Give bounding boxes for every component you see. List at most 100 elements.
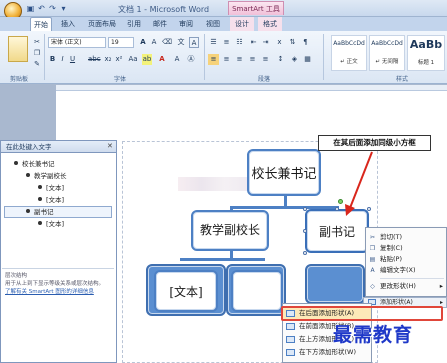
grow-font-icon[interactable]: A	[138, 37, 148, 48]
submenu-arrow-icon: ▸	[439, 282, 443, 290]
subscript-icon[interactable]: x₂	[103, 54, 113, 65]
style-sample: AaBbCcDd	[333, 40, 365, 47]
undo-icon[interactable]: ↶	[37, 4, 46, 13]
add-below-icon	[286, 349, 295, 356]
paste-button[interactable]	[8, 36, 28, 62]
add-shape-label: 添加形状(A)	[380, 299, 413, 306]
tab-page-layout[interactable]: 页面布局	[85, 17, 119, 31]
distributed-icon[interactable]: ≡	[260, 54, 271, 65]
context-menu: ✂ 剪切(T) ❐ 复制(C) ▤ 粘贴(P) A 编辑文字(X) ◇ 更改形状(H) ▸	[365, 227, 447, 297]
tab-mailings[interactable]: 邮件	[150, 17, 170, 31]
copy-icon: ❐	[369, 245, 376, 252]
menu-item-copy[interactable]: ❐ 复制(C)	[366, 243, 446, 254]
paste-icon: ▤	[369, 256, 376, 263]
underline-icon[interactable]: U	[68, 54, 77, 65]
tab-insert[interactable]: 插入	[58, 17, 78, 31]
char-border-icon[interactable]: A	[189, 37, 199, 48]
text-pane-item-label: [文本]	[46, 220, 65, 228]
style-sample: AaBbCcDd	[371, 40, 403, 47]
borders-icon[interactable]: ▦	[302, 54, 313, 65]
resize-handle[interactable]	[335, 207, 339, 211]
strikethrough-icon[interactable]: abc	[88, 54, 101, 65]
decrease-indent-icon[interactable]: ⇤	[248, 37, 259, 48]
highlight-icon[interactable]: ab	[142, 54, 152, 65]
menu-item-change-shape[interactable]: ◇ 更改形状(H) ▸	[366, 281, 446, 292]
save-icon[interactable]: ▣	[26, 4, 35, 13]
align-center-icon[interactable]: ≡	[221, 54, 232, 65]
chinese-layout-icon[interactable]: ⅹ	[274, 37, 285, 48]
font-size-dropdown[interactable]: 19	[108, 37, 134, 48]
resize-handle[interactable]	[303, 229, 307, 233]
tab-references[interactable]: 引用	[124, 17, 144, 31]
menu-item-label: 粘贴(P)	[380, 255, 402, 263]
style-no-spacing[interactable]: AaBbCcDd ↵ 无间隔	[369, 35, 405, 71]
tab-design[interactable]: 设计	[230, 17, 254, 31]
phonetic-icon[interactable]: 文	[176, 37, 186, 48]
sort-icon[interactable]: ⇅	[287, 37, 298, 48]
group-divider	[44, 34, 45, 80]
submenu-item-label: 在下方添加形状(W)	[299, 348, 356, 356]
smartart-node-bottom-left[interactable]: [文本]	[154, 270, 218, 312]
submenu-item-add-below[interactable]: 在下方添加形状(W)	[283, 346, 371, 359]
increase-indent-icon[interactable]: ⇥	[260, 37, 271, 48]
format-painter-icon[interactable]: ✎	[32, 59, 42, 70]
qat-dropdown-icon[interactable]: ▾	[59, 4, 68, 13]
menu-item-paste[interactable]: ▤ 粘贴(P)	[366, 254, 446, 265]
menu-item-edit-text[interactable]: A 编辑文字(X)	[366, 265, 446, 276]
smartart-node-root[interactable]: 校长兼书记	[247, 149, 321, 196]
align-right-icon[interactable]: ≡	[234, 54, 245, 65]
text-pane-item[interactable]: 教学副校长	[26, 171, 67, 182]
cut-icon[interactable]: ✂	[32, 37, 42, 48]
learn-more-link[interactable]: 了解有关 SmartArt 图形的详细信息	[5, 288, 113, 296]
align-left-icon[interactable]: ≡	[208, 54, 219, 65]
tab-view[interactable]: 视图	[203, 17, 223, 31]
numbering-icon[interactable]: ≡	[221, 37, 232, 48]
bullets-icon[interactable]: ☰	[208, 37, 219, 48]
group-label-clipboard: 剪贴板	[10, 76, 29, 83]
clear-format-icon[interactable]: ⌫	[162, 37, 172, 48]
style-heading-1[interactable]: AaBb 标题 1	[407, 35, 445, 71]
scissors-icon: ✂	[369, 234, 376, 241]
font-color-icon[interactable]: A	[157, 54, 167, 65]
char-shading-icon[interactable]: A	[172, 54, 182, 65]
text-pane-title: 在此处键入文字	[0, 140, 117, 153]
text-pane-item[interactable]: 副书记	[26, 207, 54, 218]
redo-icon[interactable]: ↷	[48, 4, 57, 13]
show-marks-icon[interactable]: ¶	[300, 37, 311, 48]
line-spacing-icon[interactable]: ↕	[275, 54, 286, 65]
menu-item-label: 剪切(T)	[380, 233, 403, 241]
style-sample: AaBb	[409, 38, 443, 51]
copy-icon[interactable]: ❐	[32, 48, 42, 59]
menu-item-cut[interactable]: ✂ 剪切(T)	[366, 232, 446, 243]
tab-review[interactable]: 审阅	[176, 17, 196, 31]
group-label-paragraph: 段落	[258, 76, 271, 83]
italic-icon[interactable]: I	[58, 54, 67, 65]
shrink-font-icon[interactable]: A	[149, 37, 159, 48]
font-name-dropdown[interactable]: 宋体 (正文)	[48, 37, 106, 48]
smartart-node-left[interactable]: 教学副校长	[191, 210, 269, 251]
resize-handle[interactable]	[303, 207, 307, 211]
justify-icon[interactable]: ≡	[247, 54, 258, 65]
text-pane-item-label: [文本]	[46, 184, 65, 192]
change-shape-icon: ◇	[370, 283, 375, 290]
group-divider	[204, 34, 205, 80]
bold-icon[interactable]: B	[48, 54, 57, 65]
text-pane-item[interactable]: [文本]	[38, 183, 64, 194]
tab-format[interactable]: 格式	[258, 17, 282, 31]
change-case-icon[interactable]: Aa	[128, 54, 138, 65]
enclose-char-icon[interactable]: Ⓐ	[186, 54, 196, 65]
smartart-node-bottom-middle[interactable]	[231, 270, 283, 312]
superscript-icon[interactable]: x²	[114, 54, 124, 65]
tab-home[interactable]: 开始	[30, 17, 52, 31]
resize-handle[interactable]	[303, 251, 307, 255]
style-normal[interactable]: AaBbCcDd ↵ 正文	[331, 35, 367, 71]
text-pane-item[interactable]: 校长兼书记	[14, 159, 55, 170]
divider	[2, 268, 114, 269]
shading-icon[interactable]: ◈	[289, 54, 300, 65]
menu-item-label: 复制(C)	[380, 244, 403, 252]
text-pane-item[interactable]: [文本]	[38, 219, 64, 230]
text-pane-item[interactable]: [文本]	[38, 195, 64, 206]
layout-name: 层次结构	[5, 273, 28, 279]
multilevel-list-icon[interactable]: ☷	[234, 37, 245, 48]
close-icon[interactable]: ✕	[107, 142, 113, 150]
